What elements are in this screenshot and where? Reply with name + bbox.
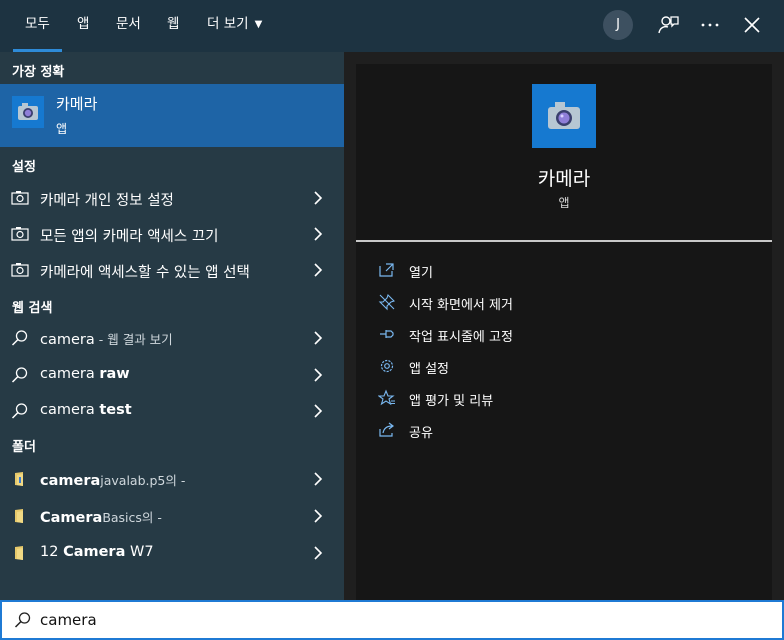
chevron-right-icon xyxy=(314,227,323,241)
action-label: 앱 설정 xyxy=(409,362,450,377)
feedback-icon[interactable] xyxy=(656,13,680,37)
web-query: camera xyxy=(40,366,95,382)
unpin-icon xyxy=(378,293,396,311)
tab-more[interactable]: 더 보기 ▼ xyxy=(207,0,262,52)
action-label: 열기 xyxy=(409,266,433,281)
folder-icon xyxy=(15,509,23,523)
results-panel: 가장 정확 카메라 앱 설정 카메라 개인 정보 설정 모든 앱의 카메라 액세… xyxy=(0,52,344,600)
tab-web[interactable]: 웹 xyxy=(167,0,179,52)
divider xyxy=(356,240,772,242)
camera-outline-icon xyxy=(11,227,29,241)
more-options-icon[interactable] xyxy=(698,13,722,37)
search-box[interactable] xyxy=(0,600,784,640)
folder-name-bold: Camera xyxy=(63,544,126,560)
section-heading-web-search: 웹 검색 xyxy=(12,301,53,316)
chevron-right-icon xyxy=(314,546,323,560)
search-icon xyxy=(14,612,31,628)
pin-icon xyxy=(380,330,394,338)
search-icon xyxy=(11,330,28,346)
web-search-item[interactable]: camera - 웹 결과 보기 xyxy=(0,320,344,356)
preview-panel: 카메라 앱 열기 시작 화면에서 제거 작업 표시줄에 고정 앱 설정 앱 평가… xyxy=(356,64,772,600)
chevron-right-icon xyxy=(314,191,323,205)
web-query-bold: raw xyxy=(99,366,130,382)
folder-name-bold: camera xyxy=(40,473,101,489)
avatar[interactable]: J xyxy=(603,10,633,40)
chevron-right-icon xyxy=(314,404,323,418)
settings-item-label: 카메라에 액세스할 수 있는 앱 선택 xyxy=(40,265,250,281)
chevron-down-icon: ▼ xyxy=(254,19,263,30)
camera-app-icon xyxy=(532,84,596,148)
web-search-item[interactable]: camera raw xyxy=(0,357,344,393)
settings-item-label: 모든 앱의 카메라 액세스 끄기 xyxy=(40,229,219,245)
tab-all[interactable]: 모두 xyxy=(13,0,62,52)
folder-name-prefix: 12 xyxy=(40,544,64,560)
chevron-right-icon xyxy=(314,472,323,486)
gear-icon xyxy=(380,359,394,373)
best-match-subtitle: 앱 xyxy=(56,122,68,136)
action-label: 작업 표시줄에 고정 xyxy=(409,330,513,345)
tab-documents[interactable]: 문서 xyxy=(116,0,141,52)
chevron-right-icon xyxy=(314,331,323,345)
chevron-right-icon xyxy=(314,368,323,382)
settings-item[interactable]: 카메라에 액세스할 수 있는 앱 선택 xyxy=(0,252,344,288)
chevron-right-icon xyxy=(314,263,323,277)
tab-apps[interactable]: 앱 xyxy=(77,0,89,52)
folder-item[interactable]: CameraBasics의 - xyxy=(0,498,344,534)
section-heading-best-match: 가장 정확 xyxy=(12,65,65,80)
best-match-title: 카메라 xyxy=(56,95,98,113)
folder-item[interactable]: 12 Camera W7 xyxy=(0,535,344,571)
action-label: 시작 화면에서 제거 xyxy=(409,298,513,313)
tab-label: 웹 xyxy=(167,16,180,32)
folder-name-rest: Basics의 - xyxy=(102,510,162,525)
tab-label: 모두 xyxy=(25,16,50,32)
camera-outline-icon xyxy=(11,191,29,205)
action-label: 앱 평가 및 리뷰 xyxy=(409,394,494,409)
avatar-initial: J xyxy=(616,17,620,32)
tab-label: 앱 xyxy=(77,16,90,32)
action-open[interactable]: 열기 xyxy=(378,258,758,284)
action-label: 공유 xyxy=(409,426,433,441)
action-share[interactable]: 공유 xyxy=(378,418,758,444)
search-icon xyxy=(11,367,28,383)
web-search-item[interactable]: camera test xyxy=(0,393,344,429)
web-query: camera xyxy=(40,332,95,348)
star-icon xyxy=(378,389,395,406)
folder-item[interactable]: camerajavalab.p5의 - xyxy=(0,461,344,497)
settings-item-label: 카메라 개인 정보 설정 xyxy=(40,193,174,209)
folder-icon xyxy=(15,546,23,560)
best-match-item[interactable]: 카메라 앱 xyxy=(0,84,344,147)
settings-item[interactable]: 모든 앱의 카메라 액세스 끄기 xyxy=(0,216,344,252)
settings-item[interactable]: 카메라 개인 정보 설정 xyxy=(0,180,344,216)
tab-label: 더 보기 xyxy=(207,16,249,32)
close-icon[interactable] xyxy=(740,13,764,37)
share-icon xyxy=(379,422,394,437)
chevron-right-icon xyxy=(314,509,323,523)
web-query: camera xyxy=(40,402,95,418)
action-app-settings[interactable]: 앱 설정 xyxy=(378,354,758,380)
action-pin-taskbar[interactable]: 작업 표시줄에 고정 xyxy=(378,322,758,348)
folder-name-bold: Camera xyxy=(40,510,103,526)
search-input[interactable] xyxy=(40,608,740,632)
tab-label: 문서 xyxy=(116,16,141,32)
preview-subtitle: 앱 xyxy=(558,196,570,210)
search-icon xyxy=(11,403,28,419)
action-rate-review[interactable]: 앱 평가 및 리뷰 xyxy=(378,386,758,412)
top-bar: 모두 앱 문서 웹 더 보기 ▼ J xyxy=(0,0,784,52)
section-heading-settings: 설정 xyxy=(12,160,36,175)
open-icon xyxy=(379,263,394,277)
camera-outline-icon xyxy=(11,263,29,277)
web-query-bold: test xyxy=(99,402,132,418)
section-heading-folders: 폴더 xyxy=(12,440,36,455)
web-query-suffix: - 웹 결과 보기 xyxy=(94,332,173,347)
folder-icon xyxy=(15,472,23,486)
folder-name-rest: javalab.p5의 - xyxy=(100,473,186,488)
camera-app-icon xyxy=(12,96,44,128)
action-unpin-start[interactable]: 시작 화면에서 제거 xyxy=(378,290,758,316)
folder-name-suffix: W7 xyxy=(125,544,154,560)
preview-title: 카메라 xyxy=(537,168,591,190)
